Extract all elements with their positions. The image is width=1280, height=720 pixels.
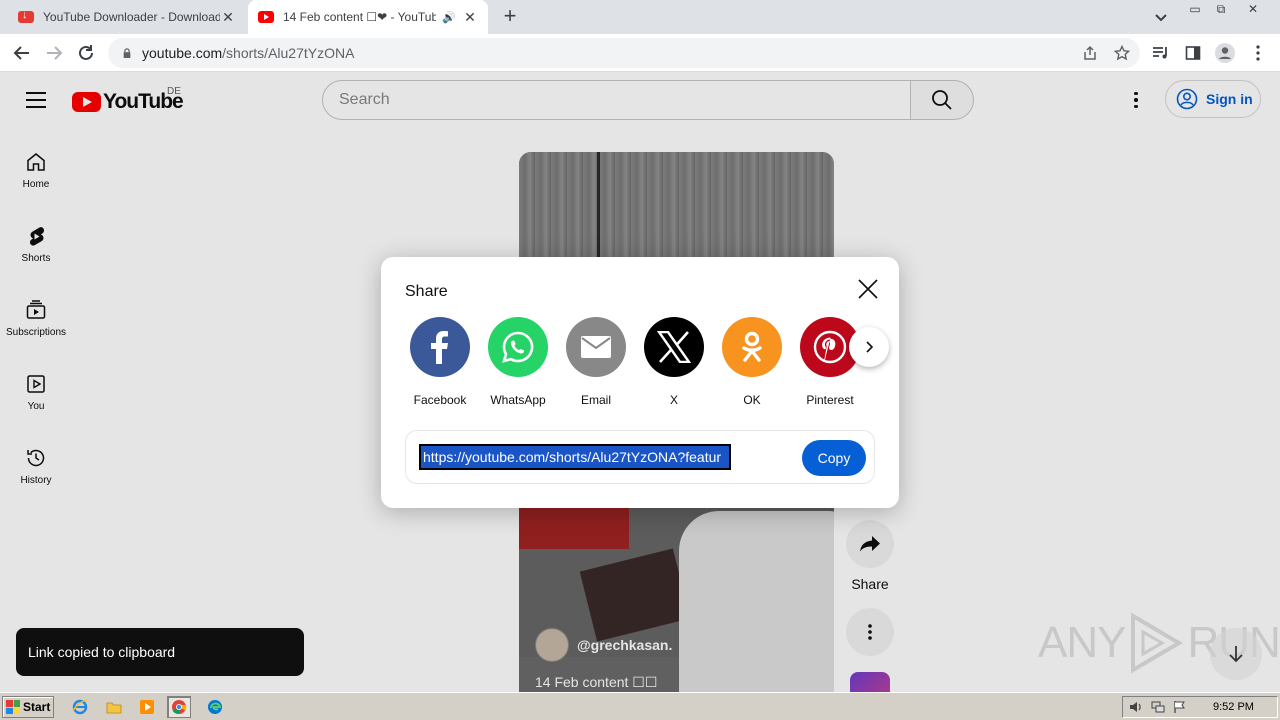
restore-window-icon[interactable]: ⧉	[1208, 2, 1234, 16]
share-target-label: Facebook	[413, 393, 467, 407]
share-url-input[interactable]: https://youtube.com/shorts/Alu27tYzONA?f…	[419, 444, 731, 470]
share-target-x[interactable]: X	[635, 317, 713, 407]
facebook-icon[interactable]	[410, 317, 470, 377]
share-target-label: WhatsApp	[490, 393, 546, 407]
tab-title: YouTube Downloader - Download Yo	[43, 10, 220, 24]
x-icon[interactable]	[644, 317, 704, 377]
share-target-email[interactable]: Email	[557, 317, 635, 407]
media-controls-icon[interactable]	[1150, 42, 1172, 64]
share-page-icon[interactable]	[1079, 42, 1101, 64]
forward-arrow-icon	[47, 46, 63, 60]
system-tray: 9:52 PM	[1122, 696, 1278, 718]
edge-icon[interactable]	[203, 696, 227, 718]
media-player-icon[interactable]	[135, 696, 159, 718]
audio-playing-icon[interactable]: 🔊	[442, 11, 456, 24]
arrow-down-icon	[1229, 646, 1243, 663]
close-window-icon[interactable]: ✕	[1240, 2, 1266, 16]
tab-title: 14 Feb content ☐❤ - YouTube	[283, 10, 437, 24]
share-targets-next-button[interactable]	[849, 327, 889, 367]
email-icon[interactable]	[566, 317, 626, 377]
bookmark-star-icon[interactable]	[1111, 42, 1133, 64]
share-target-label: Pinterest	[806, 393, 854, 407]
file-explorer-icon[interactable]	[102, 696, 126, 718]
start-label: Start	[23, 700, 51, 714]
watermark-play-icon	[1131, 612, 1184, 674]
back-button[interactable]	[9, 40, 35, 66]
share-dialog: Share Facebook WhatsApp Email X OK Pinte…	[381, 257, 899, 508]
tab-youtube-short[interactable]: 14 Feb content ☐❤ - YouTube 🔊 ✕	[248, 0, 488, 34]
chrome-taskbar-icon[interactable]	[167, 696, 191, 718]
share-target-whatsapp[interactable]: WhatsApp	[479, 317, 557, 407]
browser-menu-icon[interactable]	[1247, 42, 1269, 64]
side-panel-icon[interactable]	[1182, 42, 1204, 64]
forward-button[interactable]	[41, 40, 67, 66]
profile-avatar-icon[interactable]	[1214, 42, 1236, 64]
network-icon[interactable]	[1151, 700, 1165, 714]
taskbar-clock[interactable]: 9:52 PM	[1213, 701, 1254, 713]
downloader-favicon-icon	[18, 9, 34, 23]
back-arrow-icon	[13, 46, 29, 60]
copy-button[interactable]: Copy	[802, 440, 866, 476]
watermark-left: ANY	[1038, 618, 1126, 667]
windows-taskbar: Start 9:52 PM	[0, 692, 1280, 720]
youtube-favicon-icon	[258, 11, 274, 23]
share-target-label: X	[669, 393, 678, 407]
share-link-box: https://youtube.com/shorts/Alu27tYzONA?f…	[405, 430, 875, 484]
tab-close-icon[interactable]: ✕	[462, 9, 478, 26]
whatsapp-icon[interactable]	[488, 317, 548, 377]
toast-notification: Link copied to clipboard	[16, 628, 304, 676]
minimize-window-icon[interactable]: ▭	[1182, 2, 1208, 16]
volume-icon[interactable]	[1129, 700, 1143, 714]
internet-explorer-icon[interactable]	[68, 696, 92, 718]
lock-icon[interactable]	[122, 48, 132, 58]
close-icon[interactable]	[856, 277, 880, 301]
reload-button[interactable]	[73, 40, 99, 66]
dialog-title: Share	[405, 283, 448, 300]
browser-toolbar: youtube.com/shorts/Alu27tYzONA	[0, 34, 1280, 72]
next-video-button[interactable]	[1210, 628, 1262, 680]
browser-tab-strip: YouTube Downloader - Download Yo ✕ 14 Fe…	[0, 0, 1280, 34]
start-button[interactable]: Start	[2, 696, 54, 718]
share-target-label: Email	[580, 393, 611, 407]
youtube-page: YouTube DE Search Sign in Home Shorts Su…	[0, 72, 1280, 692]
tab-youtube-downloader[interactable]: YouTube Downloader - Download Yo ✕	[8, 0, 246, 34]
share-target-ok[interactable]: OK	[713, 317, 791, 407]
share-target-label: OK	[743, 393, 761, 407]
url-path: /shorts/Alu27tYzONA	[222, 45, 355, 61]
toast-text: Link copied to clipboard	[28, 644, 176, 660]
url-host: youtube.com	[142, 45, 223, 61]
tab-search-chevron-icon[interactable]	[1152, 8, 1170, 26]
share-target-facebook[interactable]: Facebook	[401, 317, 479, 407]
address-bar[interactable]: youtube.com/shorts/Alu27tYzONA	[108, 38, 1140, 68]
new-tab-button[interactable]: +	[498, 4, 522, 28]
windows-logo-icon	[6, 700, 20, 714]
chevron-right-icon	[866, 341, 874, 353]
action-center-flag-icon[interactable]	[1173, 700, 1187, 714]
ok-icon[interactable]	[722, 317, 782, 377]
tab-close-icon[interactable]: ✕	[220, 9, 236, 26]
reload-icon	[79, 45, 93, 60]
